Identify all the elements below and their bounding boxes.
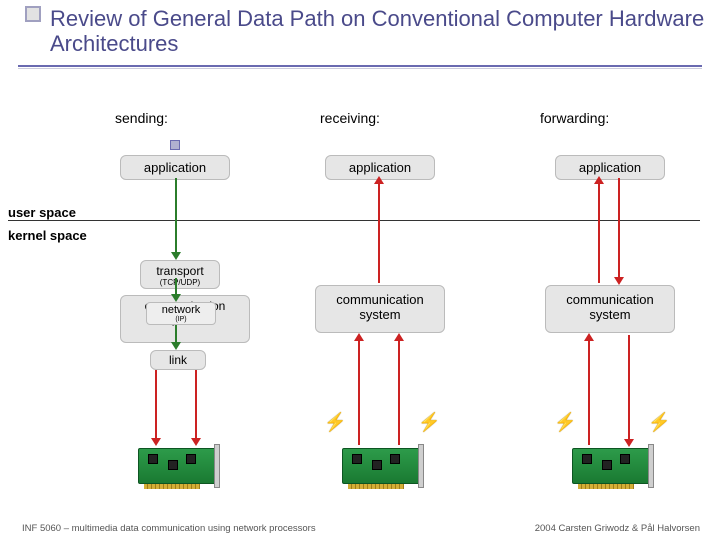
header-receiving: receiving: <box>320 110 380 126</box>
arrow-forwarding-nic-to-comm <box>588 335 590 445</box>
label-user-space: user space <box>8 205 76 220</box>
transport-sublabel: (TCP/UDP) <box>145 278 215 287</box>
nic-card-icon <box>562 440 658 490</box>
network-label: network <box>162 304 201 316</box>
footer-left: INF 5060 – multimedia data communication… <box>22 523 316 534</box>
transport-label: transport <box>156 264 203 278</box>
spark-icon: ⚡ <box>554 412 576 433</box>
space-divider-line <box>8 220 700 221</box>
box-communication-system-forwarding: communication system <box>545 285 675 333</box>
arrow-receiving-nic-to-comm-a <box>358 335 360 445</box>
arrow-forwarding-app-to-comm <box>618 178 620 283</box>
header-forwarding: forwarding: <box>540 110 609 126</box>
label-kernel-space: kernel space <box>8 228 87 243</box>
arrow-receiving-nic-to-comm-b <box>398 335 400 445</box>
box-transport: transport (TCP/UDP) <box>140 260 220 289</box>
decor-square-small <box>170 140 180 150</box>
arrow-sending-app-to-transport <box>175 178 177 258</box>
box-application-sending: application <box>120 155 230 180</box>
arrow-sending-transport-to-network <box>175 278 177 300</box>
spark-icon: ⚡ <box>418 412 440 433</box>
header-sending: sending: <box>115 110 168 126</box>
nic-card-icon <box>128 440 224 490</box>
box-network: network (IP) <box>146 302 216 325</box>
slide-title-area: Review of General Data Path on Conventio… <box>0 6 720 57</box>
arrow-forwarding-comm-to-app <box>598 178 600 283</box>
spark-icon: ⚡ <box>324 412 346 433</box>
arrow-receiving-comm-to-app <box>378 178 380 283</box>
box-application-forwarding: application <box>555 155 665 180</box>
arrow-forwarding-comm-to-nic <box>628 335 630 445</box>
box-link: link <box>150 350 206 370</box>
network-sublabel: (IP) <box>149 316 213 323</box>
arrow-sending-link-to-nic-b <box>195 370 197 444</box>
title-underline-shadow <box>18 68 702 69</box>
title-underline <box>18 65 702 67</box>
spark-icon: ⚡ <box>648 412 670 433</box>
footer-right: 2004 Carsten Griwodz & Pål Halvorsen <box>535 523 700 534</box>
title-decor-square <box>25 6 41 22</box>
nic-card-icon <box>332 440 428 490</box>
slide-title: Review of General Data Path on Conventio… <box>50 6 720 57</box>
arrow-sending-link-to-nic-a <box>155 370 157 444</box>
box-communication-system-receiving: communication system <box>315 285 445 333</box>
